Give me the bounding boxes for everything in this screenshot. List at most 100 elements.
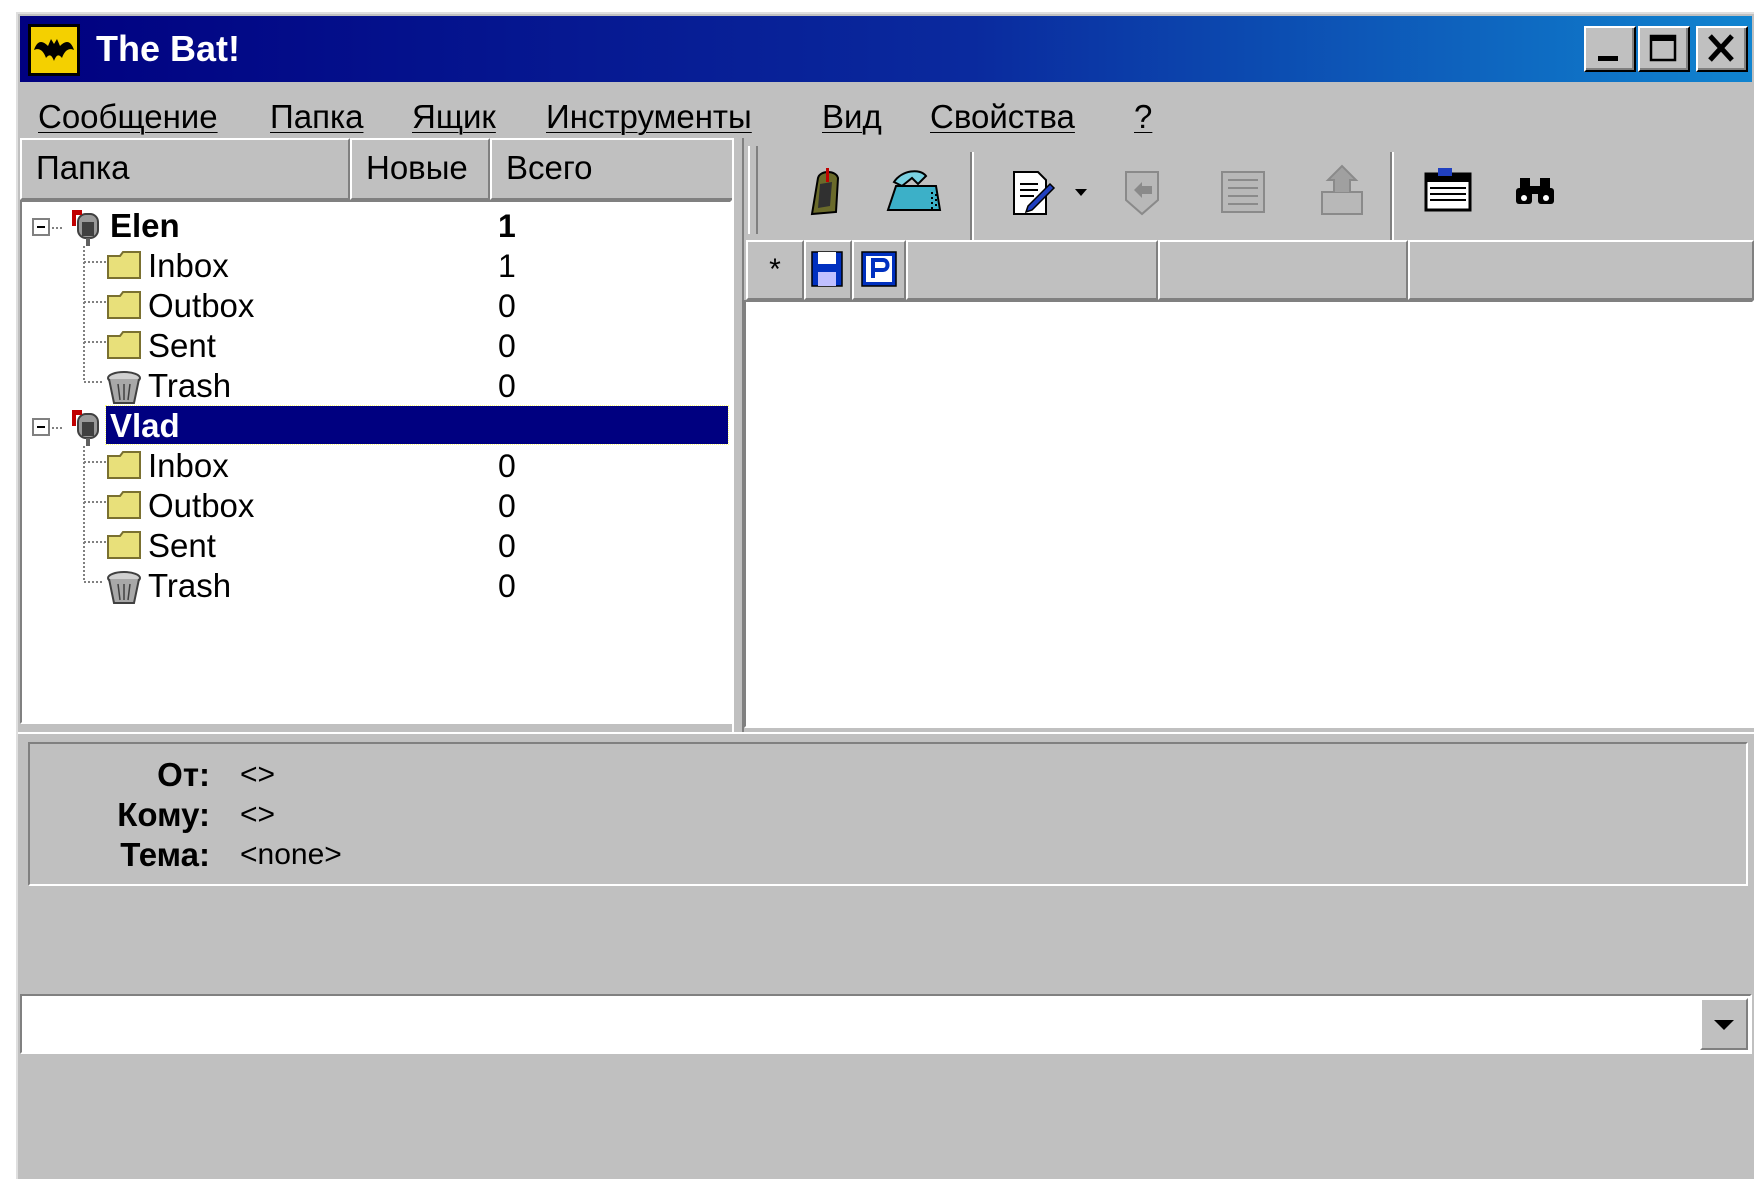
get-mail-icon xyxy=(810,168,840,216)
folder-icon xyxy=(107,451,141,479)
new-message-dropdown[interactable] xyxy=(1066,162,1096,224)
mailbox-icon xyxy=(72,410,99,446)
window-title: The Bat! xyxy=(96,28,240,69)
main-window: The Bat! Сообщение Папка Ящик Инструмент… xyxy=(16,12,1754,1179)
folder-icon xyxy=(107,531,141,559)
folder-tree[interactable]: Elen 1 Inbox 1 Outbox 0 Sent 0 Trash 0 V… xyxy=(20,200,732,724)
forward-button[interactable] xyxy=(1308,162,1376,224)
send-mail-icon xyxy=(886,170,942,211)
reply-button[interactable] xyxy=(1108,162,1176,224)
column-header-priority[interactable] xyxy=(852,240,906,300)
tree-count: 0 xyxy=(498,488,516,524)
folder-icon xyxy=(107,491,141,519)
tree-folder-vlad-outbox[interactable]: Outbox 0 xyxy=(22,486,822,526)
new-message-button[interactable] xyxy=(998,162,1066,224)
tree-account-label: Vlad xyxy=(110,407,180,444)
tree-folder-label: Sent xyxy=(148,527,216,564)
column-header-folder[interactable]: Папка xyxy=(20,138,350,200)
maximize-icon xyxy=(1649,34,1677,62)
tree-folder-vlad-inbox[interactable]: Inbox 0 xyxy=(22,446,822,486)
tree-folder-label: Outbox xyxy=(148,487,255,524)
folder-icon xyxy=(107,251,141,279)
menu-message[interactable]: Сообщение xyxy=(38,98,218,136)
maximize-button[interactable] xyxy=(1638,26,1690,72)
toolbar-separator xyxy=(970,152,974,242)
tree-account-elen[interactable]: Elen 1 xyxy=(22,206,822,246)
address-book-button[interactable] xyxy=(1414,162,1482,224)
tree-folder-label: Outbox xyxy=(148,287,255,324)
to-value[interactable]: <> xyxy=(240,798,275,832)
menu-folder[interactable]: Папка xyxy=(270,98,363,136)
column-header-subject[interactable] xyxy=(1158,240,1408,300)
tree-folder-elen-sent[interactable]: Sent 0 xyxy=(22,326,822,366)
toolbar-grip[interactable] xyxy=(748,146,758,234)
tree-account-vlad[interactable]: Vlad xyxy=(22,405,822,446)
trash-bin-icon xyxy=(107,571,141,604)
folder-icon xyxy=(107,331,141,359)
reply-icon xyxy=(1125,171,1159,216)
tree-folder-elen-trash[interactable]: Trash 0 xyxy=(22,366,822,406)
menu-bar: Сообщение Папка Ящик Инструменты Вид Сво… xyxy=(18,84,1750,144)
to-label: Кому: xyxy=(117,796,210,833)
menu-help[interactable]: ? xyxy=(1134,98,1152,136)
menu-mailbox[interactable]: Ящик xyxy=(412,98,496,136)
column-header-total[interactable]: Всего xyxy=(490,138,734,200)
tree-account-label: Elen xyxy=(110,207,180,244)
bat-logo-icon[interactable] xyxy=(28,24,80,76)
tree-folder-elen-outbox[interactable]: Outbox 0 xyxy=(22,286,822,326)
column-header-saved[interactable] xyxy=(804,240,852,300)
minimize-button[interactable] xyxy=(1584,26,1636,72)
tree-count: 0 xyxy=(498,328,516,364)
tree-count: 1 xyxy=(498,208,516,244)
get-mail-button[interactable] xyxy=(792,162,860,224)
toolbar-separator xyxy=(1390,152,1394,242)
message-list[interactable] xyxy=(744,300,1754,728)
column-header-new[interactable]: Новые xyxy=(350,138,490,200)
title-bar[interactable]: The Bat! xyxy=(20,16,1752,82)
reply-all-button[interactable] xyxy=(1210,162,1278,224)
from-value[interactable]: <> xyxy=(240,758,275,792)
send-mail-button[interactable] xyxy=(880,162,948,224)
menu-view[interactable]: Вид xyxy=(822,98,882,136)
chevron-down-icon xyxy=(1714,1020,1734,1030)
column-header-date[interactable] xyxy=(1408,240,1754,300)
tree-count: 0 xyxy=(498,448,516,484)
column-header-from[interactable] xyxy=(906,240,1158,300)
tree-folder-label: Sent xyxy=(148,327,216,364)
column-header-status[interactable]: * xyxy=(746,240,804,300)
save-disk-icon xyxy=(811,251,843,287)
mailbox-icon xyxy=(72,210,99,246)
collapse-icon[interactable] xyxy=(32,418,50,436)
dropdown-arrow-icon xyxy=(1075,189,1087,196)
menu-properties[interactable]: Свойства xyxy=(930,98,1075,136)
trash-bin-icon xyxy=(107,371,141,404)
new-message-icon xyxy=(1013,171,1056,215)
menu-tools[interactable]: Инструменты xyxy=(546,98,752,136)
combo-dropdown-button[interactable] xyxy=(1700,998,1748,1050)
tree-folder-label: Inbox xyxy=(148,247,229,284)
tree-folder-vlad-sent[interactable]: Sent 0 xyxy=(22,526,822,566)
address-book-icon xyxy=(1424,168,1472,212)
vertical-splitter[interactable] xyxy=(732,138,744,734)
tree-folder-label: Inbox xyxy=(148,447,229,484)
subject-label: Тема: xyxy=(120,836,210,873)
header-preview-panel: От: <> Кому: <> Тема: <none> xyxy=(28,742,1748,886)
minimize-icon xyxy=(1598,56,1618,61)
from-label: От: xyxy=(157,756,210,793)
find-binoculars-icon xyxy=(1516,178,1554,204)
collapse-icon[interactable] xyxy=(32,218,50,236)
find-button[interactable] xyxy=(1502,162,1570,224)
close-button[interactable] xyxy=(1696,26,1748,72)
tree-folder-vlad-trash[interactable]: Trash 0 xyxy=(22,566,822,606)
close-icon xyxy=(1708,34,1734,62)
selection-highlight xyxy=(105,405,729,445)
reply-all-icon xyxy=(1221,171,1265,213)
forward-icon xyxy=(1321,164,1363,215)
tree-folder-elen-inbox[interactable]: Inbox 1 xyxy=(22,246,822,286)
status-combo[interactable] xyxy=(20,994,1752,1054)
tree-count: 0 xyxy=(498,528,516,564)
tree-folder-label: Trash xyxy=(148,567,232,604)
subject-value[interactable]: <none> xyxy=(240,838,342,872)
folder-icon xyxy=(107,291,141,319)
priority-p-icon xyxy=(861,251,897,287)
